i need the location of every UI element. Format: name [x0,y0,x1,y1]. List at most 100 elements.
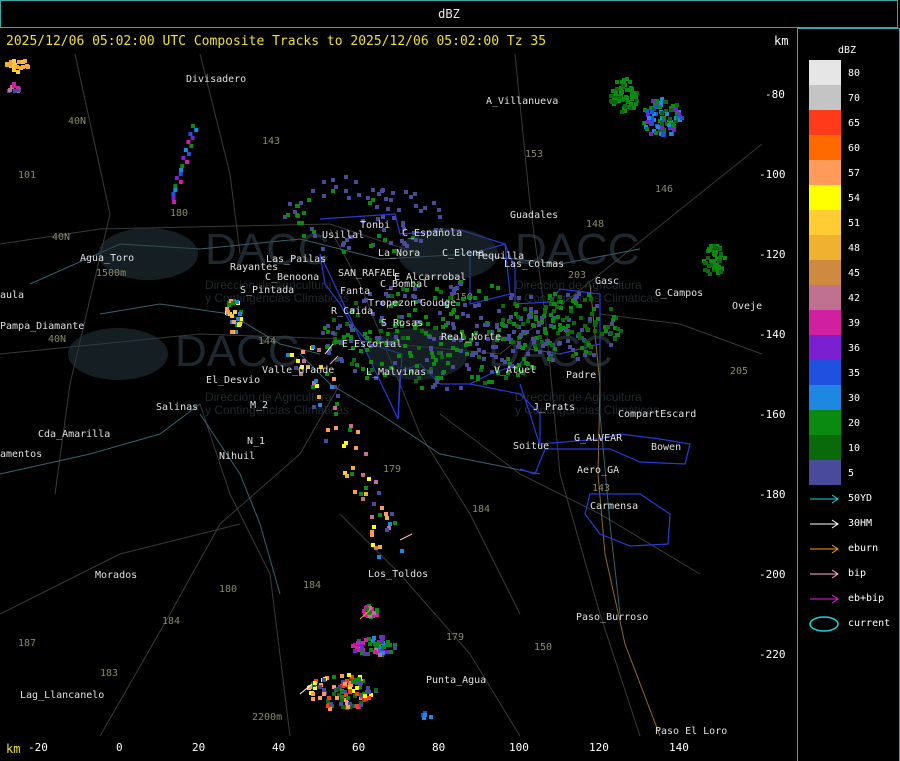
echo-pixel [355,681,359,685]
echo-pixel [517,296,521,300]
echo-pixel [363,332,367,336]
radar-map[interactable]: DACC DACC DACC DACC Dirección de Agricul… [0,54,762,736]
echo-pixel [354,301,358,305]
echo-pixel [533,344,537,348]
echo-pixel [414,204,418,208]
echo-pixel [526,352,530,356]
echo-pixel [495,325,499,329]
svg-text:Paso_Burroso: Paso_Burroso [576,612,648,623]
y-tick: -220 [759,648,786,661]
legend-level-label: 60 [848,143,861,154]
echo-pixel [654,131,658,135]
svg-text:Aero_GA: Aero_GA [577,465,619,476]
echo-pixel [496,286,500,290]
echo-pixel [378,545,382,549]
echo-pixel [360,644,364,648]
echo-pixel [432,362,436,366]
echo-pixel [594,320,598,324]
svg-text:S_Rosas: S_Rosas [381,318,423,329]
svg-text:180: 180 [219,584,237,595]
echo-pixel [354,446,358,450]
echo-pixel [612,315,616,319]
echo-pixel [455,315,459,319]
echo-pixel [393,361,397,365]
product-label: dBZ [438,7,460,21]
echo-pixel [301,350,305,354]
echo-pixel [341,243,345,247]
echo-pixel [311,345,315,349]
echo-pixel [322,678,326,682]
echo-pixel [645,127,649,131]
echo-pixel [366,686,370,690]
svg-text:Padre: Padre [566,370,596,381]
echo-pixel [669,132,673,136]
echo-pixel [350,472,354,476]
echo-pixel [403,344,407,348]
echo-pixel [650,110,654,114]
svg-text:Morados: Morados [95,570,137,581]
svg-text:203: 203 [568,270,586,281]
echo-pixel [238,322,242,326]
echo-pixel [347,246,351,250]
x-axis-unit: km [6,742,21,756]
legend-level-label: 36 [848,343,861,354]
svg-text:Soitue: Soitue [513,441,549,452]
echo-pixel [378,513,382,517]
echo-pixel [580,346,584,350]
echo-pixel [579,316,583,320]
echo-pixel [438,311,442,315]
echo-pixel [625,96,629,100]
legend-level-label: 30 [848,393,861,404]
echo-pixel [389,198,393,202]
echo-pixel [568,345,572,349]
echo-pixel [377,555,381,559]
svg-text:El_Desvio: El_Desvio [206,375,260,386]
echo-pixel [413,192,417,196]
echo-pixel [313,234,317,238]
echo-pixel [375,205,379,209]
echo-pixel [525,330,529,334]
echo-pixel [544,342,548,346]
echo-pixel [173,188,178,192]
echo-pixel [480,365,484,369]
echo-pixel [356,430,360,434]
track-label: current [848,618,891,629]
echo-pixel [566,324,570,328]
echo-pixel [660,111,664,115]
echo-pixel [432,201,436,205]
current-ellipse-icon [809,616,839,632]
svg-text:179: 179 [446,632,464,643]
echo-pixel [662,131,666,135]
echo-pixel [497,309,501,313]
track-arrow-icon [810,594,839,604]
echo-pixel [334,426,338,430]
echo-pixel [477,355,481,359]
echo-pixel [512,322,516,326]
echo-pixel [531,323,535,327]
track-label: eburn [848,543,879,554]
echo-pixel [558,295,562,299]
echo-pixel [329,702,333,706]
legend-swatch [809,285,841,310]
legend-swatch [809,410,841,435]
echo-pixel [288,202,292,206]
echo-pixel [552,309,556,313]
svg-text:S_Pintada: S_Pintada [240,285,294,296]
echo-pixel [324,439,328,443]
legend-level-label: 57 [848,168,861,179]
echo-pixel [580,328,584,332]
echo-pixel [396,292,400,296]
echo-pixel [616,327,620,331]
svg-text:153: 153 [525,149,543,160]
legend-level-label: 35 [848,368,861,379]
track-arrow-icon [810,544,839,554]
echo-pixel [452,326,456,330]
svg-text:144: 144 [258,336,276,347]
echo-pixel [368,330,372,334]
echo-pixel [419,209,423,213]
echo-pixel [719,270,723,274]
echo-pixel [318,403,322,407]
echo-pixel [431,385,435,389]
legend-swatch [809,185,841,210]
svg-text:Tonbi: Tonbi [360,220,390,231]
